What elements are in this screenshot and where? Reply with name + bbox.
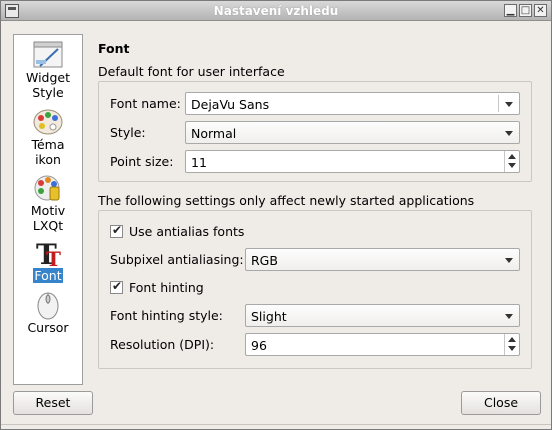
- sidebar-item-label: Téma ikon: [31, 137, 65, 167]
- font-hinting-checkbox[interactable]: Font hinting: [110, 279, 204, 295]
- window-title: Nastavení vzhledu: [213, 4, 339, 18]
- close-window-button[interactable]: ✕: [534, 4, 547, 17]
- font-icon: T T: [36, 238, 61, 268]
- subpixel-value: RGB: [251, 253, 278, 268]
- style-value: Normal: [191, 126, 237, 141]
- subpixel-label: Subpixel antialiasing:: [110, 252, 244, 267]
- page-title: Font: [98, 41, 130, 56]
- hinting-style-combo[interactable]: Slight: [245, 304, 520, 327]
- sidebar-item-label: Font: [33, 268, 63, 283]
- font-name-combo[interactable]: DejaVu Sans: [185, 92, 520, 115]
- spin-up-icon[interactable]: [508, 337, 516, 342]
- title-bar[interactable]: Nastavení vzhledu ▁ □ ✕: [1, 1, 551, 21]
- spin-down-icon[interactable]: [508, 346, 516, 351]
- chevron-down-icon: [505, 131, 513, 136]
- point-size-value: 11: [191, 155, 207, 170]
- default-font-group-caption: Default font for user interface: [98, 64, 285, 79]
- checkbox-checked-icon[interactable]: [110, 279, 123, 294]
- spin-down-icon[interactable]: [508, 163, 516, 168]
- chevron-down-icon: [505, 314, 513, 319]
- point-size-label: Point size:: [110, 154, 174, 169]
- subpixel-combo[interactable]: RGB: [245, 248, 520, 271]
- font-hinting-label: Font hinting: [129, 280, 204, 295]
- hinting-style-label: Font hinting style:: [110, 308, 223, 323]
- sidebar-item-icon-theme[interactable]: Téma ikon: [14, 107, 82, 167]
- cursor-icon: [37, 292, 59, 320]
- sidebar-item-label: Widget Style: [25, 70, 71, 100]
- close-button[interactable]: Close: [461, 391, 541, 415]
- antialias-checkbox[interactable]: Use antialias fonts: [110, 223, 245, 239]
- widget-style-icon: [33, 41, 63, 68]
- sidebar-item-lxqt-theme[interactable]: Motiv LXQt: [14, 173, 82, 233]
- checkbox-checked-icon[interactable]: [110, 223, 123, 238]
- new-apps-group-caption: The following settings only affect newly…: [98, 193, 475, 208]
- minimize-button[interactable]: ▁: [504, 4, 517, 17]
- antialias-label: Use antialias fonts: [129, 224, 245, 239]
- style-combo[interactable]: Normal: [185, 121, 520, 144]
- maximize-button[interactable]: □: [519, 4, 532, 17]
- resolution-label: Resolution (DPI):: [110, 337, 215, 352]
- sidebar-item-label: Cursor: [27, 320, 69, 335]
- size-grip: [1, 424, 551, 429]
- icon-theme-icon: [33, 109, 63, 135]
- font-name-value: DejaVu Sans: [191, 97, 270, 112]
- sidebar-item-widget-style[interactable]: Widget Style: [14, 40, 82, 100]
- sidebar-item-cursor[interactable]: Cursor: [14, 290, 82, 335]
- svg-text:T: T: [46, 247, 61, 268]
- chevron-down-icon: [505, 258, 513, 263]
- point-size-spinbox[interactable]: 11: [185, 150, 520, 173]
- sidebar-item-label: Motiv LXQt: [30, 203, 66, 233]
- sidebar-item-font[interactable]: T T Font: [14, 238, 82, 283]
- resolution-spinbox[interactable]: 96: [245, 333, 520, 356]
- hinting-style-value: Slight: [251, 309, 287, 324]
- category-list[interactable]: Widget Style Téma ikon Motiv LXQt T T Fo…: [13, 34, 83, 385]
- spin-up-icon[interactable]: [508, 154, 516, 159]
- lxqt-theme-icon: [34, 175, 60, 201]
- resolution-value: 96: [251, 338, 267, 353]
- chevron-down-icon[interactable]: [505, 102, 513, 107]
- style-label: Style:: [110, 125, 146, 140]
- appearance-settings-window: Nastavení vzhledu ▁ □ ✕ Widget Style Tém…: [0, 0, 552, 430]
- font-name-label: Font name:: [110, 96, 181, 111]
- reset-button[interactable]: Reset: [13, 391, 93, 415]
